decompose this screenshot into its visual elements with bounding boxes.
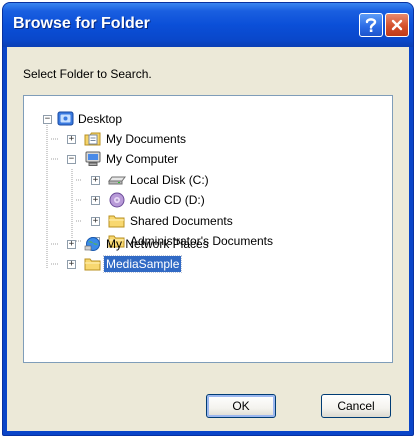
desktop-icon [57,111,74,126]
collapse-toggle[interactable]: − [43,115,52,124]
tree-item-label: Local Disk (C:) [130,173,209,187]
tree-item-my-computer[interactable]: My Computer [106,150,178,168]
expand-toggle[interactable]: + [91,176,100,185]
ok-button[interactable]: OK [206,394,276,418]
tree-item-audio-cd[interactable]: Audio CD (D:) [130,191,205,209]
tree-item-label: Audio CD (D:) [130,193,205,207]
expand-toggle[interactable]: + [91,196,100,205]
help-button[interactable] [359,13,383,37]
cancel-button[interactable]: Cancel [321,394,391,418]
window-title: Browse for Folder [13,15,150,32]
close-button[interactable] [385,13,409,37]
cd-drive-icon [109,192,125,208]
tree-item-mediasample[interactable]: MediaSample [102,255,183,273]
tree-item-label: My Computer [106,152,179,166]
expand-toggle[interactable]: + [67,260,76,269]
my-computer-icon [85,151,101,166]
tree-item-label: MediaSample [102,255,183,273]
instruction-label: Select Folder to Search. [23,67,152,81]
tree-item-label: Shared Documents [130,214,233,228]
expand-toggle[interactable]: + [67,135,76,144]
tree-item-local-disk[interactable]: Local Disk (C:) [130,171,209,189]
tree-item-my-network-places[interactable]: My Network Places [106,235,209,253]
hard-disk-icon [108,176,126,185]
tree-item-shared-documents[interactable]: Shared Documents [130,212,233,230]
folder-icon [108,215,125,228]
tree-item-label: My Documents [106,132,187,146]
title-bar[interactable]: Browse for Folder [3,3,413,47]
collapse-toggle[interactable]: − [67,155,76,164]
tree-item-my-documents[interactable]: My Documents [106,130,186,148]
expand-toggle[interactable]: + [91,217,100,226]
folder-tree[interactable]: − Desktop + My Documents − My Computer +… [23,95,393,363]
question-mark-icon [365,18,377,32]
tree-item-label: Desktop [78,112,123,126]
folder-icon [84,258,101,271]
close-icon [391,19,403,31]
tree-item-label: My Network Places [106,237,209,251]
dialog-body: Select Folder to Search. − Desktop + My … [7,47,409,431]
browse-for-folder-dialog: Browse for Folder Select Folder to Searc… [2,2,414,436]
my-documents-icon [84,132,101,146]
tree-item-desktop[interactable]: Desktop [78,110,122,128]
expand-toggle[interactable]: + [67,240,76,249]
network-places-icon [84,237,100,251]
